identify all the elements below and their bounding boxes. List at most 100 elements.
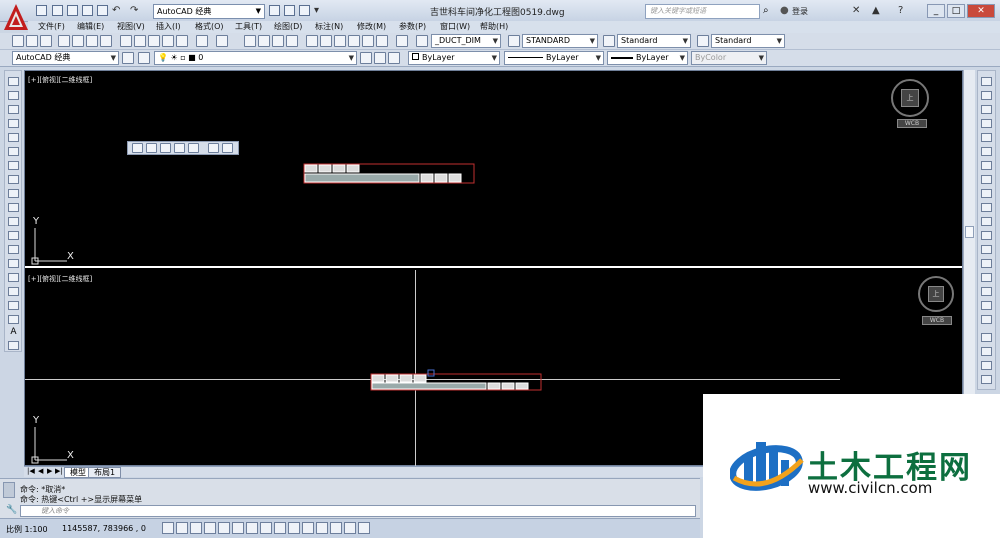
autocad-logo-icon[interactable] xyxy=(2,2,30,32)
make-current-layer-icon[interactable] xyxy=(360,52,372,64)
zoom-window-icon[interactable] xyxy=(272,35,284,47)
hatch-icon[interactable] xyxy=(8,273,19,282)
menu-parametric[interactable]: 参数(P) xyxy=(399,21,426,33)
first-tab-icon[interactable]: |◀ xyxy=(27,467,35,475)
tpy-icon[interactable] xyxy=(316,522,328,534)
prev-tab-icon[interactable]: ◀ xyxy=(38,467,43,475)
plot-icon[interactable] xyxy=(269,5,280,16)
scrollbar-thumb[interactable] xyxy=(965,226,974,238)
zoom-in-icon[interactable] xyxy=(160,143,171,153)
block-editor-icon[interactable] xyxy=(176,35,188,47)
table-style-icon[interactable] xyxy=(603,35,615,47)
open-icon[interactable] xyxy=(52,5,63,16)
chamfer-icon[interactable] xyxy=(981,273,992,282)
customize-icon[interactable]: ▾ xyxy=(314,5,319,16)
tab-layout1[interactable]: 布局1 xyxy=(88,467,122,478)
menu-view[interactable]: 视图(V) xyxy=(117,21,145,33)
ortho-icon[interactable] xyxy=(204,522,216,534)
qnew-icon[interactable] xyxy=(12,35,24,47)
offset-icon[interactable] xyxy=(981,119,992,128)
design-center-icon[interactable] xyxy=(320,35,332,47)
erase-icon[interactable] xyxy=(981,77,992,86)
zoom-scale-icon[interactable] xyxy=(188,143,199,153)
menu-window[interactable]: 窗口(W) xyxy=(440,21,470,33)
menu-dimension[interactable]: 标注(N) xyxy=(315,21,343,33)
arc-icon[interactable] xyxy=(8,147,19,156)
command-grip[interactable] xyxy=(3,482,15,498)
workspace-settings-icon[interactable] xyxy=(122,52,134,64)
break-icon[interactable] xyxy=(981,245,992,254)
next-tab-icon[interactable]: ▶ xyxy=(47,467,52,475)
draworder-above-icon[interactable] xyxy=(981,361,992,370)
insert-block-icon[interactable] xyxy=(8,231,19,240)
sc-icon[interactable] xyxy=(344,522,356,534)
zoom-out-icon[interactable] xyxy=(174,143,185,153)
explode-icon[interactable] xyxy=(981,315,992,324)
save-as-icon[interactable] xyxy=(82,5,93,16)
wcs-menu[interactable]: WCB xyxy=(922,316,952,325)
tool-palettes-icon[interactable] xyxy=(334,35,346,47)
qp-icon[interactable] xyxy=(330,522,342,534)
stretch-icon[interactable] xyxy=(981,189,992,198)
apps-icon[interactable]: ▲ xyxy=(872,5,880,16)
login-link[interactable]: 登录 xyxy=(792,6,808,17)
undo-tb-icon[interactable] xyxy=(196,35,208,47)
draworder-under-icon[interactable] xyxy=(981,375,992,384)
redo-tb-icon[interactable] xyxy=(216,35,228,47)
zoom-all-icon[interactable] xyxy=(146,143,157,153)
print-icon[interactable] xyxy=(97,5,108,16)
cut-icon[interactable] xyxy=(120,35,132,47)
layer-manager-icon[interactable] xyxy=(138,52,150,64)
layer-previous-icon[interactable] xyxy=(374,52,386,64)
line-icon[interactable] xyxy=(8,77,19,86)
zoom-object-icon[interactable] xyxy=(208,143,219,153)
zoom-realtime-icon[interactable] xyxy=(258,35,270,47)
otrack-icon[interactable] xyxy=(260,522,272,534)
layer-icon[interactable] xyxy=(284,5,295,16)
menu-tools[interactable]: 工具(T) xyxy=(235,21,262,33)
menu-modify[interactable]: 修改(M) xyxy=(357,21,386,33)
layer-select[interactable]: 💡 ☀ ▫ ■ 0 ▼ xyxy=(154,51,357,65)
qsave-icon[interactable] xyxy=(40,35,52,47)
rotate-icon[interactable] xyxy=(981,161,992,170)
ducs-icon[interactable] xyxy=(274,522,286,534)
ellipse-icon[interactable] xyxy=(8,203,19,212)
extend-icon[interactable] xyxy=(981,217,992,226)
snap-icon[interactable] xyxy=(176,522,188,534)
redo-icon[interactable]: ↷ xyxy=(130,5,138,16)
make-block-icon[interactable] xyxy=(8,245,19,254)
gradient-icon[interactable] xyxy=(8,287,19,296)
wcs-menu[interactable]: WCB xyxy=(897,119,927,128)
table-icon[interactable] xyxy=(8,315,19,324)
zoom-previous-icon[interactable] xyxy=(286,35,298,47)
new-icon[interactable] xyxy=(36,5,47,16)
draworder-back-icon[interactable] xyxy=(981,347,992,356)
exchange-icon[interactable]: ✕ xyxy=(852,5,860,16)
scale-icon[interactable] xyxy=(981,175,992,184)
table-style-select[interactable]: Standard ▼ xyxy=(617,34,691,48)
sheet-set-icon[interactable] xyxy=(348,35,360,47)
properties-icon[interactable] xyxy=(299,5,310,16)
minimize-button[interactable]: _ xyxy=(927,4,945,18)
mtext-icon[interactable]: A xyxy=(8,328,19,338)
blend-icon[interactable] xyxy=(981,301,992,310)
polygon-icon[interactable] xyxy=(8,119,19,128)
mleader-style-icon[interactable] xyxy=(697,35,709,47)
dim-style-select[interactable]: _DUCT_DIM ▼ xyxy=(431,34,501,48)
circle-icon[interactable] xyxy=(8,161,19,170)
publish-icon[interactable] xyxy=(86,35,98,47)
3d-osnap-icon[interactable] xyxy=(246,522,258,534)
copy-object-icon[interactable] xyxy=(981,91,992,100)
viewport-label-bottom[interactable]: [+][俯视][二维线框] xyxy=(28,274,92,284)
preview-icon[interactable] xyxy=(72,35,84,47)
mleader-style-select[interactable]: Standard ▼ xyxy=(711,34,785,48)
paste-icon[interactable] xyxy=(148,35,160,47)
spline-icon[interactable] xyxy=(8,189,19,198)
zoom-extents-icon[interactable] xyxy=(132,143,143,153)
dim-style-icon[interactable] xyxy=(416,35,428,47)
close-button[interactable]: ✕ xyxy=(967,4,995,18)
save-icon[interactable] xyxy=(67,5,78,16)
markup-icon[interactable] xyxy=(362,35,374,47)
match-prop-icon[interactable] xyxy=(162,35,174,47)
menu-edit[interactable]: 编辑(E) xyxy=(77,21,104,33)
